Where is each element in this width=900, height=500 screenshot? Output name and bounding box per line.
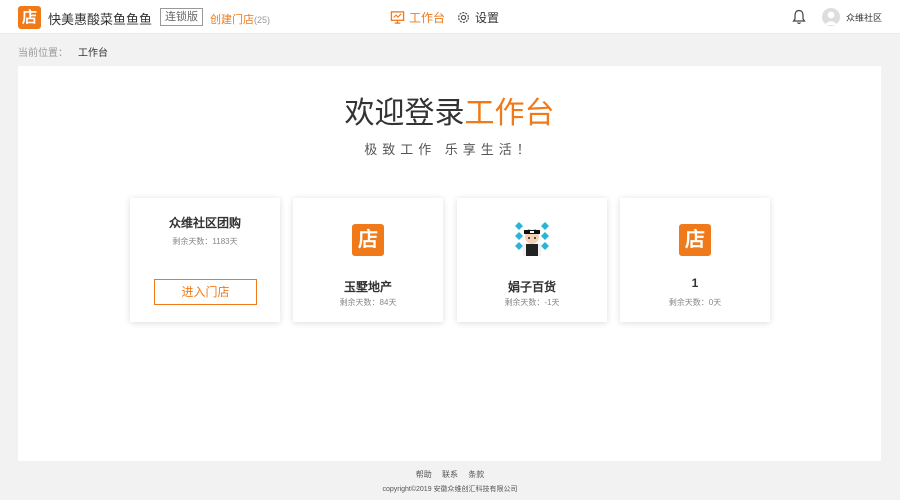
store-card[interactable]: 众维社区团购 剩余天数：1183天 进入门店	[130, 198, 280, 322]
footer-links: 帮助 联系 条款	[0, 469, 900, 480]
breadcrumb-label: 当前位置：	[18, 48, 68, 59]
store-card-days: 剩余天数：1183天	[172, 237, 238, 246]
chain-edition-badge: 连锁版	[160, 8, 203, 26]
store-logo-icon: 店	[679, 224, 711, 256]
store-avatar-icon	[515, 222, 549, 256]
user-silhouette-icon	[824, 11, 838, 25]
store-card-name: 1	[691, 276, 699, 290]
create-store-link[interactable]: 创建门店(25)	[210, 11, 270, 27]
store-card-name: 众维社区团购	[168, 216, 241, 230]
slogan: 极致工作 乐享生活！	[364, 142, 535, 157]
store-card-name: 娟子百货	[507, 280, 556, 294]
store-card-days: 剩余天数：0天	[668, 298, 722, 307]
store-logo-icon[interactable]: 店	[18, 6, 41, 29]
store-card-days: 剩余天数：84天	[339, 298, 397, 307]
store-logo-icon: 店	[352, 224, 384, 256]
welcome-title: 欢迎登录工作台	[18, 88, 881, 132]
nav-settings-label: 设置	[475, 11, 500, 25]
store-card-days: 剩余天数：-1天	[504, 298, 560, 307]
gear-icon	[458, 12, 469, 23]
main-panel: 欢迎登录工作台 极致工作 乐享生活！ 众维社区团购 剩余天数：1183天 进入门…	[18, 66, 881, 461]
store-card[interactable]: 店 1 剩余天数：0天	[620, 198, 770, 322]
store-card-name: 玉墅地产	[343, 280, 392, 294]
enter-store-button[interactable]: 进入门店	[154, 279, 257, 305]
nav-workbench[interactable]: 工作台	[390, 9, 445, 26]
footer-link-help[interactable]: 帮助	[416, 470, 432, 479]
bell-icon[interactable]	[791, 9, 807, 25]
copyright: copyright©2019 安徽众维创汇科技有限公司	[382, 486, 518, 493]
nav-workbench-label: 工作台	[409, 11, 446, 25]
create-store-label: 创建门店	[210, 14, 254, 26]
create-store-count: (25)	[254, 15, 271, 25]
nav-settings[interactable]: 设置	[456, 9, 499, 26]
breadcrumb: 当前位置： 工作台	[18, 44, 108, 59]
footer-link-terms[interactable]: 条款	[468, 470, 484, 479]
store-card[interactable]: 店 玉墅地产 剩余天数：84天	[293, 198, 443, 322]
welcome-prefix: 欢迎登录	[344, 96, 465, 131]
top-bar: 店 快美惠酸菜鱼鱼鱼 连锁版 创建门店(25) 工作台 设置 众维社区	[0, 0, 900, 34]
monitor-icon	[390, 11, 405, 24]
breadcrumb-current: 工作台	[78, 48, 108, 59]
store-name: 快美惠酸菜鱼鱼鱼	[48, 12, 153, 27]
store-card[interactable]: 娟子百货 剩余天数：-1天	[457, 198, 607, 322]
footer-link-contact[interactable]: 联系	[442, 470, 458, 479]
user-avatar[interactable]	[822, 8, 840, 26]
username[interactable]: 众维社区	[846, 11, 882, 24]
welcome-accent: 工作台	[464, 96, 555, 131]
